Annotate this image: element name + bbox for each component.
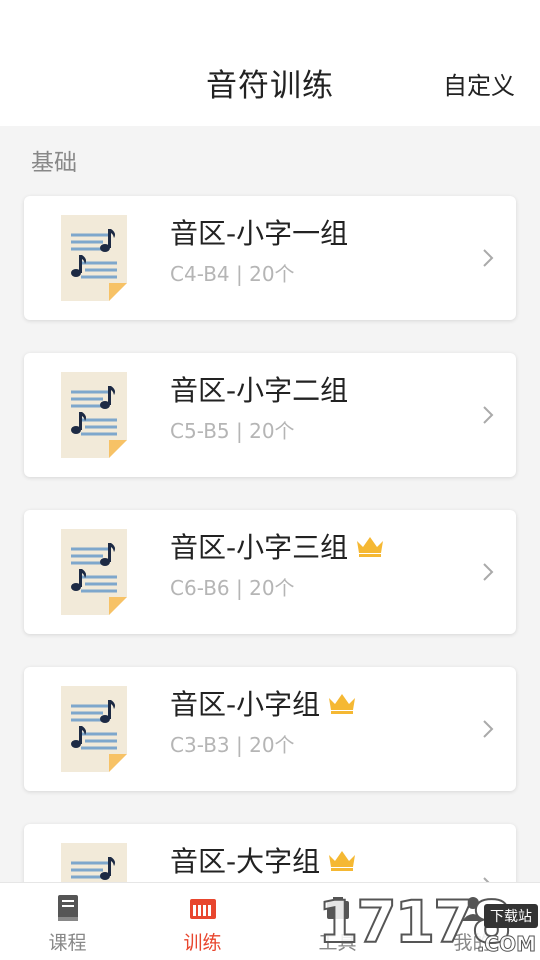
- card-title: 音区-小字一组: [170, 217, 349, 250]
- exercise-card[interactable]: 音区-小字组 C3-B3 | 20个: [24, 667, 516, 791]
- exercise-card[interactable]: 音区-小字三组 C6-B6 | 20个: [24, 510, 516, 634]
- bottom-tab-bar: 课程 训练 工具 我的: [0, 882, 540, 960]
- customize-button[interactable]: 自定义: [443, 66, 515, 101]
- tab-label: 课程: [48, 932, 87, 954]
- card-subtitle: C6-B6 | 20个: [170, 576, 295, 600]
- tab-label: 工具: [318, 932, 357, 954]
- card-subtitle: C3-B3 | 20个: [170, 733, 295, 757]
- crown-icon: [357, 537, 384, 557]
- app-header: 音符训练 自定义: [0, 0, 540, 126]
- tools-icon: [326, 897, 349, 919]
- exercise-card[interactable]: 音区-小字一组 C4-B4 | 20个: [24, 196, 516, 320]
- crown-icon: [329, 694, 356, 714]
- card-title: 音区-小字二组: [170, 374, 349, 407]
- user-icon: [461, 897, 484, 921]
- section-label-basic: 基础: [31, 150, 77, 176]
- tab-courses[interactable]: 课程: [0, 883, 135, 960]
- tab-label: 训练: [183, 932, 222, 954]
- card-title: 音区-小字组: [170, 683, 357, 723]
- book-icon: [57, 895, 78, 921]
- card-subtitle: C5-B5 | 20个: [170, 419, 295, 443]
- chevron-right-icon: [483, 563, 494, 581]
- chevron-right-icon: [483, 406, 494, 424]
- chevron-right-icon: [483, 720, 494, 738]
- tab-training[interactable]: 训练: [135, 883, 270, 960]
- sheet-music-icon: [61, 215, 127, 301]
- sheet-music-icon: [61, 529, 127, 615]
- card-title: 音区-小字三组: [170, 526, 385, 566]
- chevron-right-icon: [483, 249, 494, 267]
- crown-icon: [329, 851, 356, 871]
- tab-tools[interactable]: 工具: [270, 883, 405, 960]
- sheet-music-icon: [61, 372, 127, 458]
- card-subtitle: C4-B4 | 20个: [170, 262, 295, 286]
- sheet-music-icon: [61, 686, 127, 772]
- exercise-list: 音区-小字一组 C4-B4 | 20个 音区-小字二组 C5-B5 | 20个: [24, 196, 516, 960]
- piano-icon: [189, 899, 216, 919]
- tab-mine[interactable]: 我的: [405, 883, 540, 960]
- tab-label: 我的: [453, 932, 492, 954]
- exercise-card[interactable]: 音区-小字二组 C5-B5 | 20个: [24, 353, 516, 477]
- card-title: 音区-大字组: [170, 840, 357, 880]
